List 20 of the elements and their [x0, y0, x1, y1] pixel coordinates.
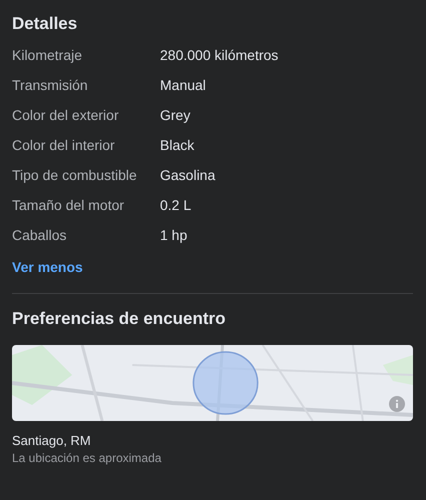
location-note: La ubicación es aproximada [12, 451, 162, 465]
detail-label: Color del exterior [12, 106, 120, 125]
detail-value: Gasolina [160, 166, 216, 185]
location-text: Santiago, RM [12, 433, 92, 448]
detail-value: Grey [160, 106, 190, 125]
detail-value: 280.000 kilómetros [160, 46, 278, 65]
section-title: Preferencias de encuentro [12, 309, 227, 329]
detail-label: Tipo de combustible [12, 166, 138, 185]
detail-label: Transmisión [12, 76, 89, 95]
detail-value: Manual [160, 76, 206, 95]
detail-label: Color del interior [12, 136, 116, 155]
info-icon[interactable] [389, 396, 405, 412]
section-title: Detalles [12, 14, 78, 34]
see-less-link[interactable]: Ver menos [12, 259, 83, 275]
detail-label: Kilometraje [12, 46, 84, 65]
detail-value: 0.2 L [160, 196, 192, 215]
detail-value: 1 hp [160, 226, 188, 245]
detail-label: Caballos [12, 226, 68, 245]
detail-value: Black [160, 136, 194, 155]
detail-label: Tamaño del motor [12, 196, 126, 215]
